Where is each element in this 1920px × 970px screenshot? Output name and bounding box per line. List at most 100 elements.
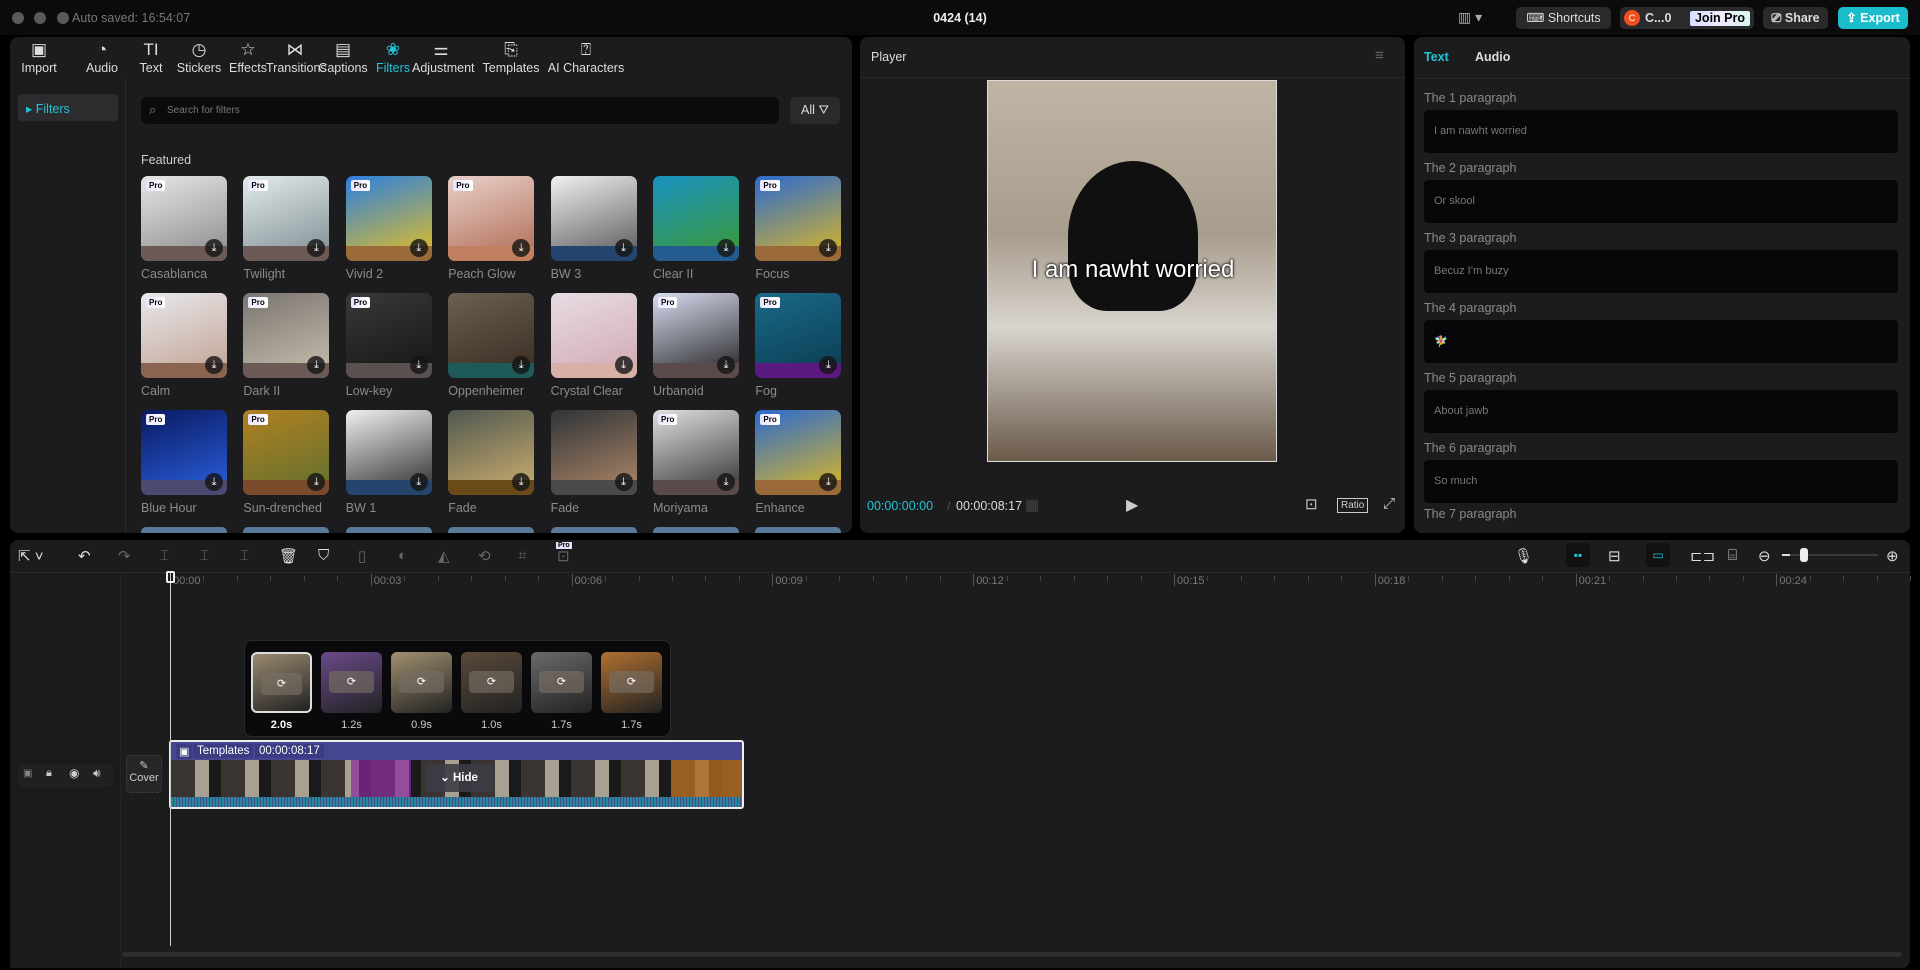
- replace-icon[interactable]: ⟳: [609, 671, 654, 693]
- tab-adjustment[interactable]: ⚌ Adjustment: [412, 39, 475, 75]
- select-tool-icon[interactable]: ⇱ ˅: [18, 547, 44, 565]
- layout-icon[interactable]: ▥ ▾: [1458, 9, 1482, 26]
- filter-thumbnail[interactable]: Pro ⤓: [141, 410, 227, 495]
- mirror-icon[interactable]: ◭: [438, 547, 450, 565]
- main-track-magnet-toggle[interactable]: ▪▪: [1566, 543, 1590, 567]
- microphone-icon[interactable]: 🎙: [1514, 547, 1533, 565]
- filter-thumbnail[interactable]: Pro ⤓: [755, 410, 842, 495]
- video-preview[interactable]: I am nawht worried: [987, 80, 1277, 462]
- filter-thumbnail[interactable]: Pro ⤓: [141, 176, 227, 261]
- filter-tile[interactable]: Pro ⤓ Twilight: [243, 176, 330, 281]
- marker-icon[interactable]: ⛉: [318, 547, 329, 564]
- template-clip[interactable]: ⟳: [391, 652, 452, 713]
- filter-thumbnail[interactable]: Pro ⤓: [755, 293, 842, 378]
- filter-thumbnail[interactable]: [550, 527, 637, 533]
- sidebar-item-filters[interactable]: ▸ Filters: [18, 94, 118, 121]
- ratio-button[interactable]: Ratio: [1337, 498, 1369, 513]
- filter-tile[interactable]: ⤓ Oppenheimer: [448, 293, 535, 398]
- download-icon[interactable]: ⤓: [614, 239, 633, 257]
- download-icon[interactable]: ⤓: [409, 473, 428, 491]
- download-icon[interactable]: ⤓: [717, 239, 735, 257]
- filter-thumbnail[interactable]: Pro ⤓: [243, 410, 330, 495]
- filter-thumbnail[interactable]: Pro ⤓: [141, 293, 227, 378]
- download-icon[interactable]: ⤓: [205, 239, 223, 257]
- template-clip[interactable]: ⟳: [531, 652, 592, 713]
- replace-icon[interactable]: ⟳: [261, 673, 302, 695]
- paragraph-input[interactable]: Becuz I’m buzy: [1424, 250, 1898, 293]
- waveform-icon[interactable]: ▦: [1025, 496, 1039, 514]
- playhead[interactable]: [170, 573, 171, 946]
- zoom-out-icon[interactable]: ⊖: [1758, 547, 1771, 565]
- template-clip[interactable]: ⟳: [321, 652, 382, 713]
- close-window-button[interactable]: [12, 12, 24, 24]
- paragraph-input[interactable]: About jawb: [1424, 390, 1898, 433]
- download-icon[interactable]: ⤓: [205, 356, 223, 374]
- filter-thumbnail[interactable]: Pro ⤓: [243, 293, 330, 378]
- download-icon[interactable]: ⤓: [409, 356, 428, 374]
- reverse-icon[interactable]: ◐: [398, 547, 407, 564]
- filter-tile[interactable]: Pro ⤓ Focus: [755, 176, 842, 281]
- template-clip[interactable]: ⟳: [251, 652, 312, 713]
- filter-thumbnail[interactable]: Pro ⤓: [448, 176, 535, 261]
- filter-thumbnail[interactable]: Pro ⤓: [345, 293, 432, 378]
- paragraph-input[interactable]: Or skool: [1424, 180, 1898, 223]
- cover-button[interactable]: ✎ Cover: [126, 755, 162, 793]
- paragraph-input[interactable]: So much: [1424, 460, 1898, 503]
- search-input[interactable]: ⌕ Search for filters: [141, 97, 779, 124]
- filter-tile[interactable]: ⤓ Fade: [550, 410, 637, 515]
- filter-tile[interactable]: Pro ⤓ Fog: [755, 293, 842, 398]
- download-icon[interactable]: ⤓: [717, 473, 735, 491]
- filter-tile[interactable]: ⤓ Crystal Clear: [550, 293, 637, 398]
- tab-ai-characters[interactable]: ⍰ AI Characters: [546, 39, 626, 75]
- play-button[interactable]: ▶: [1126, 495, 1138, 515]
- speaker-icon[interactable]: 🔊︎: [93, 766, 101, 781]
- download-icon[interactable]: ⤓: [614, 356, 633, 374]
- filter-thumbnail[interactable]: [653, 527, 739, 533]
- zoom-fit-icon[interactable]: ⊡: [1305, 495, 1318, 513]
- zoom-in-icon[interactable]: ⊕: [1886, 547, 1899, 565]
- join-pro-badge[interactable]: Join Pro: [1690, 11, 1750, 26]
- filter-tile[interactable]: Pro ⤓ Peach Glow: [448, 176, 535, 281]
- zoom-to-fit-icon[interactable]: ⌸: [1728, 547, 1737, 564]
- download-icon[interactable]: ⤓: [409, 239, 428, 257]
- filter-tile[interactable]: Pro ⤓ Casablanca: [141, 176, 227, 281]
- filter-tile[interactable]: Pro ⤓ Low-key: [345, 293, 432, 398]
- delete-icon[interactable]: 🗑: [279, 547, 298, 565]
- tab-audio[interactable]: Audio: [1475, 50, 1510, 64]
- filter-thumbnail[interactable]: ⤓: [550, 293, 637, 378]
- filter-tile[interactable]: Pro ⤓ Blue Hour: [141, 410, 227, 515]
- hide-button[interactable]: ⌄ Hide: [425, 764, 493, 792]
- download-icon[interactable]: ⤓: [717, 356, 735, 374]
- filter-thumbnail[interactable]: ⤓: [448, 410, 535, 495]
- account-button[interactable]: C C...0 Join Pro: [1620, 7, 1754, 29]
- filter-tile[interactable]: Pro ⤓ Calm: [141, 293, 227, 398]
- filter-tile[interactable]: ⤓ Fade: [448, 410, 535, 515]
- filter-thumbnail[interactable]: Pro ⤓: [653, 410, 739, 495]
- filter-tile[interactable]: Pro ⤓ Dark II: [243, 293, 330, 398]
- filter-thumbnail[interactable]: ⤓: [550, 176, 637, 261]
- paragraph-input[interactable]: I am nawht worried: [1424, 110, 1898, 153]
- tab-templates[interactable]: ⎘ Templates: [479, 39, 543, 75]
- replace-icon[interactable]: ⟳: [469, 671, 514, 693]
- filter-tile[interactable]: Pro ⤓ Urbanoid: [653, 293, 739, 398]
- filter-thumbnail[interactable]: Pro ⤓: [653, 293, 739, 378]
- filter-thumbnail[interactable]: [243, 527, 330, 533]
- replace-icon[interactable]: ⟳: [399, 671, 444, 693]
- menu-icon[interactable]: ≡: [1375, 47, 1384, 64]
- linkage-toggle[interactable]: ▭: [1646, 543, 1670, 567]
- filter-thumbnail[interactable]: ⤓: [653, 176, 739, 261]
- template-track-clip[interactable]: ▣ Templates 00:00:08:17 ⌄ Hide: [169, 740, 744, 809]
- filter-thumbnail[interactable]: ⤓: [550, 410, 637, 495]
- filter-tile[interactable]: ⤓ Clear II: [653, 176, 739, 281]
- replace-icon[interactable]: ⟳: [539, 671, 584, 693]
- split-left-icon[interactable]: ⌶: [200, 547, 209, 564]
- filter-thumbnail[interactable]: Pro ⤓: [345, 176, 432, 261]
- zoom-slider-handle[interactable]: [1799, 548, 1808, 562]
- auto-snap-icon[interactable]: ⊟: [1608, 547, 1621, 565]
- fullscreen-icon[interactable]: ⤢: [1383, 495, 1395, 512]
- voice-changer-icon[interactable]: ⊡: [557, 547, 570, 565]
- template-clip[interactable]: ⟳: [601, 652, 662, 713]
- filter-thumbnail[interactable]: Pro ⤓: [755, 176, 842, 261]
- video-caption[interactable]: I am nawht worried: [988, 256, 1278, 284]
- filter-thumbnail[interactable]: [448, 527, 535, 533]
